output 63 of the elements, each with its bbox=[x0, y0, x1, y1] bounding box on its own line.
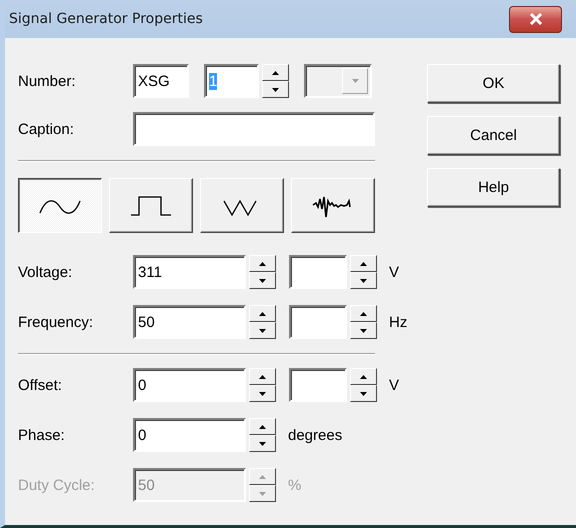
field-label: Duty Cycle: bbox=[18, 476, 96, 494]
spin-up-button[interactable] bbox=[350, 368, 377, 385]
spin-down-button[interactable] bbox=[249, 322, 276, 339]
dialog-button[interactable]: OK bbox=[427, 64, 560, 103]
field-label: Caption: bbox=[18, 120, 75, 138]
down-arrow-icon bbox=[360, 392, 367, 396]
value-field[interactable]: 311 bbox=[133, 255, 246, 289]
close-button[interactable] bbox=[509, 6, 562, 32]
value-field[interactable]: 50 bbox=[133, 305, 246, 339]
spin-up-button[interactable] bbox=[249, 368, 276, 385]
field-label: Frequency: bbox=[18, 314, 94, 330]
unit-label: V bbox=[389, 376, 400, 394]
field-label: Voltage: bbox=[18, 264, 74, 280]
spin-down-button[interactable] bbox=[249, 272, 276, 289]
value-field[interactable] bbox=[289, 368, 347, 402]
spin-up-button[interactable] bbox=[249, 305, 276, 322]
spin-up-button[interactable] bbox=[350, 255, 377, 272]
close-icon bbox=[528, 13, 542, 25]
up-arrow-icon bbox=[272, 70, 279, 74]
spin-down-button[interactable] bbox=[350, 272, 377, 289]
waveform-button[interactable] bbox=[18, 178, 102, 233]
field-label: Number: bbox=[18, 72, 77, 90]
value-field[interactable]: 0 bbox=[133, 368, 246, 402]
up-arrow-icon bbox=[259, 374, 266, 378]
unit-label: V bbox=[389, 264, 400, 280]
down-arrow-icon bbox=[360, 328, 367, 332]
spin-up-button[interactable] bbox=[249, 255, 276, 272]
down-arrow-icon bbox=[259, 442, 266, 446]
spin-down-button[interactable] bbox=[262, 81, 289, 98]
unit-label: degrees bbox=[288, 426, 342, 444]
down-arrow-icon bbox=[259, 328, 266, 332]
down-arrow-icon bbox=[259, 492, 266, 496]
value-field[interactable] bbox=[289, 305, 347, 339]
prefix-field[interactable]: XSG bbox=[133, 64, 189, 98]
up-arrow-icon bbox=[259, 424, 266, 428]
up-arrow-icon bbox=[259, 262, 266, 266]
up-arrow-icon bbox=[259, 312, 266, 316]
spin-down-button[interactable] bbox=[249, 385, 276, 402]
down-arrow-icon bbox=[272, 88, 279, 92]
dropdown-arrow-icon bbox=[352, 79, 358, 83]
dialog-button[interactable]: Help bbox=[427, 168, 560, 207]
field-label: Phase: bbox=[18, 426, 66, 444]
spin-down-button[interactable] bbox=[350, 322, 377, 339]
field-label: Offset: bbox=[18, 376, 63, 394]
up-arrow-icon bbox=[360, 262, 367, 266]
dialog-button[interactable]: Cancel bbox=[427, 116, 560, 155]
unit-label: % bbox=[288, 476, 302, 494]
down-arrow-icon bbox=[259, 392, 266, 396]
spin-up-button[interactable] bbox=[262, 64, 289, 81]
up-arrow-icon bbox=[259, 474, 266, 478]
spin-up-button[interactable] bbox=[350, 305, 377, 322]
spin-up-button[interactable] bbox=[249, 418, 276, 435]
caption-field[interactable] bbox=[133, 112, 375, 146]
value-field[interactable]: 0 bbox=[133, 418, 246, 452]
down-arrow-icon bbox=[259, 278, 266, 282]
spin-down-button[interactable] bbox=[350, 385, 377, 402]
up-arrow-icon bbox=[360, 374, 367, 378]
unit-label: Hz bbox=[389, 314, 408, 330]
up-arrow-icon bbox=[360, 312, 367, 316]
down-arrow-icon bbox=[360, 278, 367, 282]
spin-down-button[interactable] bbox=[249, 435, 276, 452]
window-title: Signal Generator Properties bbox=[9, 11, 203, 27]
value-field[interactable] bbox=[289, 255, 347, 289]
